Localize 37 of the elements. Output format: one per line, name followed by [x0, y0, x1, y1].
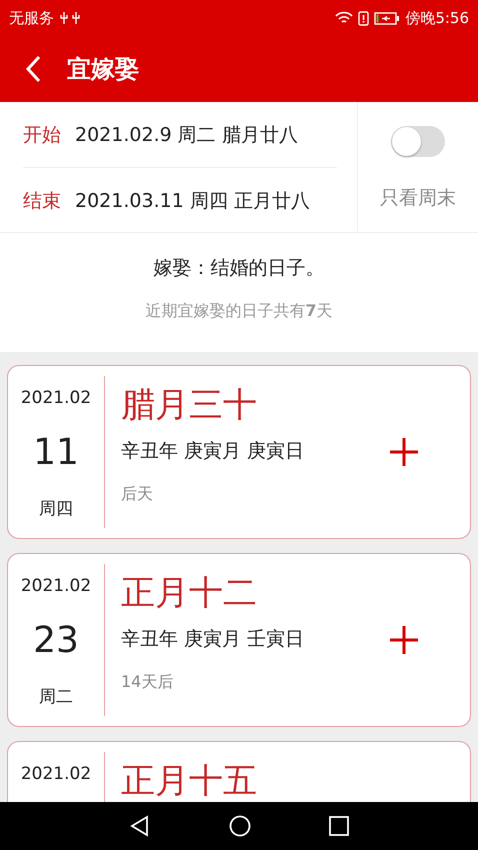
weekday-text: 周四 [39, 498, 73, 520]
summary-text: 近期宜嫁娶的日子共有7天 [145, 301, 333, 322]
lunar-date: 正月十五 [121, 762, 258, 800]
wifi-icon [335, 11, 354, 25]
day-number: 11 [33, 432, 79, 473]
date-value[interactable]: 2021.02.9 周二 腊月廿八 [75, 122, 298, 148]
weekday-text: 周二 [39, 686, 73, 708]
toggle-switch[interactable] [391, 126, 445, 157]
clock-text: 傍晚5:56 [405, 8, 469, 28]
lunar-date: 腊月三十 [121, 386, 258, 424]
add-icon[interactable] [389, 625, 419, 655]
description-text: 嫁娶：结婚的日子。 [154, 256, 324, 281]
page-title: 宜嫁娶 [67, 54, 139, 85]
lunar-date: 正月十二 [121, 574, 258, 612]
relative-day: 14天后 [121, 672, 389, 693]
day-card[interactable]: 2021.02 正月十五 [7, 741, 471, 802]
date-label: 结束 [23, 188, 61, 214]
day-number: 23 [33, 620, 79, 661]
recents-nav-icon[interactable] [329, 816, 349, 836]
day-card[interactable]: 2021.02 23 周二 正月十二 辛丑年 庚寅月 壬寅日 14天后 [7, 553, 471, 727]
date-label: 开始 [23, 122, 61, 148]
day-card[interactable]: 2021.02 11 周四 腊月三十 辛丑年 庚寅月 庚寅日 后天 [7, 365, 471, 539]
ganzhi-text: 辛丑年 庚寅月 壬寅日 [121, 627, 306, 652]
home-nav-icon[interactable] [229, 815, 251, 837]
weekend-only-label: 只看周末 [380, 186, 456, 211]
month-text: 2021.02 [20, 764, 92, 784]
month-text: 2021.02 [20, 576, 92, 596]
date-value[interactable]: 2021.03.11 周四 正月廿八 [75, 188, 310, 214]
back-nav-icon[interactable] [129, 815, 151, 837]
relative-day: 后天 [121, 484, 389, 505]
month-text: 2021.02 [20, 388, 92, 408]
ganzhi-text: 辛丑年 庚寅月 庚寅日 [121, 439, 306, 464]
battery-icon [374, 12, 400, 24]
carrier-text: 无服务 [9, 8, 54, 28]
back-icon[interactable] [25, 55, 41, 83]
sim-alert-icon [358, 10, 370, 26]
add-icon[interactable] [389, 437, 419, 467]
